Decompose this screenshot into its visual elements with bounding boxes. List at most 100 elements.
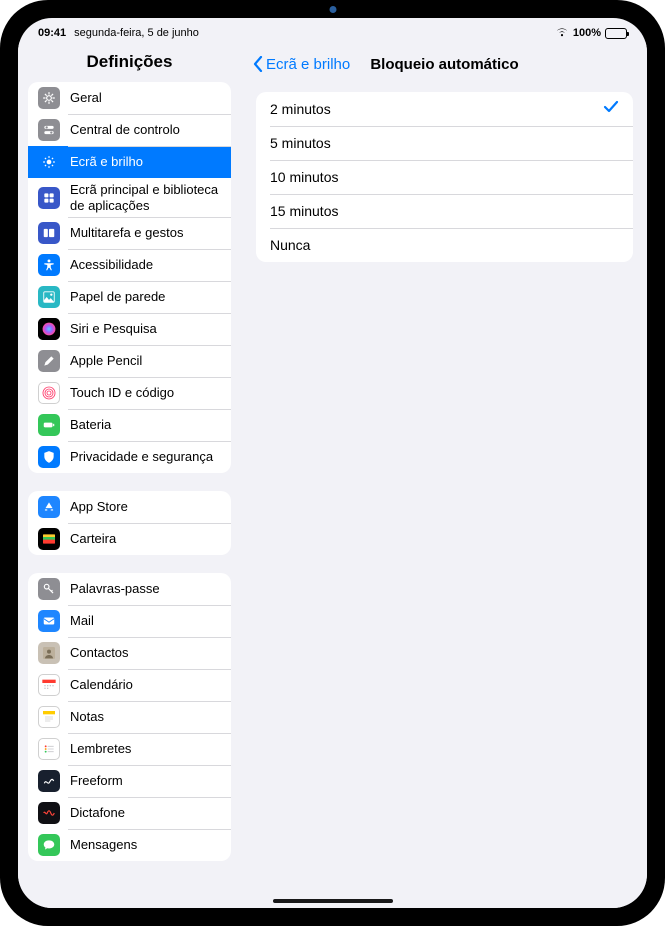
- sidebar-item[interactable]: Touch ID e código: [28, 377, 231, 409]
- sidebar-item-label: Mail: [70, 613, 94, 629]
- option-label: 10 minutos: [270, 169, 338, 185]
- auto-lock-option[interactable]: 15 minutos: [256, 194, 633, 228]
- sidebar-item-label: Calendário: [70, 677, 133, 693]
- sidebar-item-label: Ecrã e brilho: [70, 154, 143, 170]
- gear-icon: [38, 87, 60, 109]
- sidebar-item-label: Papel de parede: [70, 289, 165, 305]
- sidebar-group: App Store Carteira: [28, 491, 231, 555]
- auto-lock-option[interactable]: Nunca: [256, 228, 633, 262]
- sidebar-item[interactable]: Bateria: [28, 409, 231, 441]
- device-frame: 09:41 segunda-feira, 5 de junho 100% Def…: [0, 0, 665, 926]
- homescreen-icon: [38, 187, 60, 209]
- sidebar-item[interactable]: Ecrã e brilho: [28, 146, 231, 178]
- touchid-icon: [38, 382, 60, 404]
- pencil-icon: [38, 350, 60, 372]
- sidebar-item[interactable]: Calendário: [28, 669, 231, 701]
- sidebar-item-label: Acessibilidade: [70, 257, 153, 273]
- sidebar-item[interactable]: Dictafone: [28, 797, 231, 829]
- sidebar-item[interactable]: Notas: [28, 701, 231, 733]
- sidebar-item-label: Carteira: [70, 531, 116, 547]
- sidebar-item-label: Notas: [70, 709, 104, 725]
- sidebar-item[interactable]: Freeform: [28, 765, 231, 797]
- back-button[interactable]: Ecrã e brilho: [252, 55, 350, 73]
- sidebar-item[interactable]: Mail: [28, 605, 231, 637]
- sidebar-item[interactable]: App Store: [28, 491, 231, 523]
- back-label: Ecrã e brilho: [266, 56, 350, 73]
- sidebar-item-label: Touch ID e código: [70, 385, 174, 401]
- mail-icon: [38, 610, 60, 632]
- status-right: 100%: [555, 27, 627, 40]
- sidebar-item[interactable]: Papel de parede: [28, 281, 231, 313]
- reminders-icon: [38, 738, 60, 760]
- accessibility-icon: [38, 254, 60, 276]
- sidebar-item-label: Bateria: [70, 417, 111, 433]
- sidebar-item[interactable]: Palavras-passe: [28, 573, 231, 605]
- sidebar-item-label: Geral: [70, 90, 102, 106]
- notes-icon: [38, 706, 60, 728]
- sidebar-item[interactable]: Geral: [28, 82, 231, 114]
- sidebar-item[interactable]: Acessibilidade: [28, 249, 231, 281]
- sidebar-item[interactable]: Ecrã principal e biblioteca de aplicaçõe…: [28, 178, 231, 217]
- front-camera: [329, 6, 336, 13]
- brightness-icon: [38, 151, 60, 173]
- status-left: 09:41 segunda-feira, 5 de junho: [38, 27, 199, 39]
- option-label: Nunca: [270, 237, 310, 253]
- status-time: 09:41: [38, 27, 66, 39]
- detail-pane: Ecrã e brilho Bloqueio automático 2 minu…: [242, 42, 647, 908]
- appstore-icon: [38, 496, 60, 518]
- sidebar-item-label: Mensagens: [70, 837, 137, 853]
- option-label: 5 minutos: [270, 135, 331, 151]
- sidebar-scroll[interactable]: Geral Central de controlo Ecrã e brilho Ecr…: [18, 82, 241, 908]
- sidebar-item-label: Freeform: [70, 773, 123, 789]
- sidebar-item[interactable]: Central de controlo: [28, 114, 231, 146]
- key-icon: [38, 578, 60, 600]
- option-label: 2 minutos: [270, 101, 331, 117]
- checkmark-icon: [603, 100, 619, 119]
- sidebar-item[interactable]: Lembretes: [28, 733, 231, 765]
- sidebar-item[interactable]: Multitarefa e gestos: [28, 217, 231, 249]
- privacy-icon: [38, 446, 60, 468]
- battery-icon: [605, 28, 627, 39]
- switches-icon: [38, 119, 60, 141]
- wifi-icon: [555, 27, 569, 40]
- detail-scroll[interactable]: 2 minutos 5 minutos 10 minutos 15 minutos Nu…: [242, 86, 647, 908]
- sidebar-item-label: Apple Pencil: [70, 353, 142, 369]
- option-label: 15 minutos: [270, 203, 338, 219]
- home-indicator[interactable]: [273, 899, 393, 903]
- sidebar-item-label: Lembretes: [70, 741, 131, 757]
- siri-icon: [38, 318, 60, 340]
- auto-lock-option[interactable]: 2 minutos: [256, 92, 633, 126]
- sidebar-item[interactable]: Contactos: [28, 637, 231, 669]
- sidebar-item[interactable]: Carteira: [28, 523, 231, 555]
- wallet-icon: [38, 528, 60, 550]
- auto-lock-option[interactable]: 5 minutos: [256, 126, 633, 160]
- sidebar-title: Definições: [18, 42, 241, 82]
- voice-memo-icon: [38, 802, 60, 824]
- chevron-left-icon: [252, 55, 264, 73]
- status-bar: 09:41 segunda-feira, 5 de junho 100%: [18, 18, 647, 42]
- wallpaper-icon: [38, 286, 60, 308]
- freeform-icon: [38, 770, 60, 792]
- sidebar-item[interactable]: Apple Pencil: [28, 345, 231, 377]
- sidebar-group: Palavras-passe Mail Contactos Calendário Not…: [28, 573, 231, 861]
- battery-percent: 100%: [573, 27, 601, 39]
- app-body: Definições Geral Central de controlo Ecrã …: [18, 42, 647, 908]
- sidebar-item[interactable]: Siri e Pesquisa: [28, 313, 231, 345]
- sidebar-item-label: Siri e Pesquisa: [70, 321, 157, 337]
- sidebar-item[interactable]: Mensagens: [28, 829, 231, 861]
- calendar-icon: [38, 674, 60, 696]
- status-date: segunda-feira, 5 de junho: [74, 27, 199, 39]
- settings-sidebar: Definições Geral Central de controlo Ecrã …: [18, 42, 242, 908]
- sidebar-item-label: Dictafone: [70, 805, 125, 821]
- contacts-icon: [38, 642, 60, 664]
- sidebar-item[interactable]: Privacidade e segurança: [28, 441, 231, 473]
- sidebar-item-label: Central de controlo: [70, 122, 180, 138]
- sidebar-group: Geral Central de controlo Ecrã e brilho Ecr…: [28, 82, 231, 473]
- detail-navbar: Ecrã e brilho Bloqueio automático: [242, 42, 647, 86]
- screen: 09:41 segunda-feira, 5 de junho 100% Def…: [18, 18, 647, 908]
- sidebar-item-label: App Store: [70, 499, 128, 515]
- auto-lock-option[interactable]: 10 minutos: [256, 160, 633, 194]
- multitask-icon: [38, 222, 60, 244]
- sidebar-item-label: Ecrã principal e biblioteca de aplicaçõe…: [70, 182, 221, 213]
- battery-icon: [38, 414, 60, 436]
